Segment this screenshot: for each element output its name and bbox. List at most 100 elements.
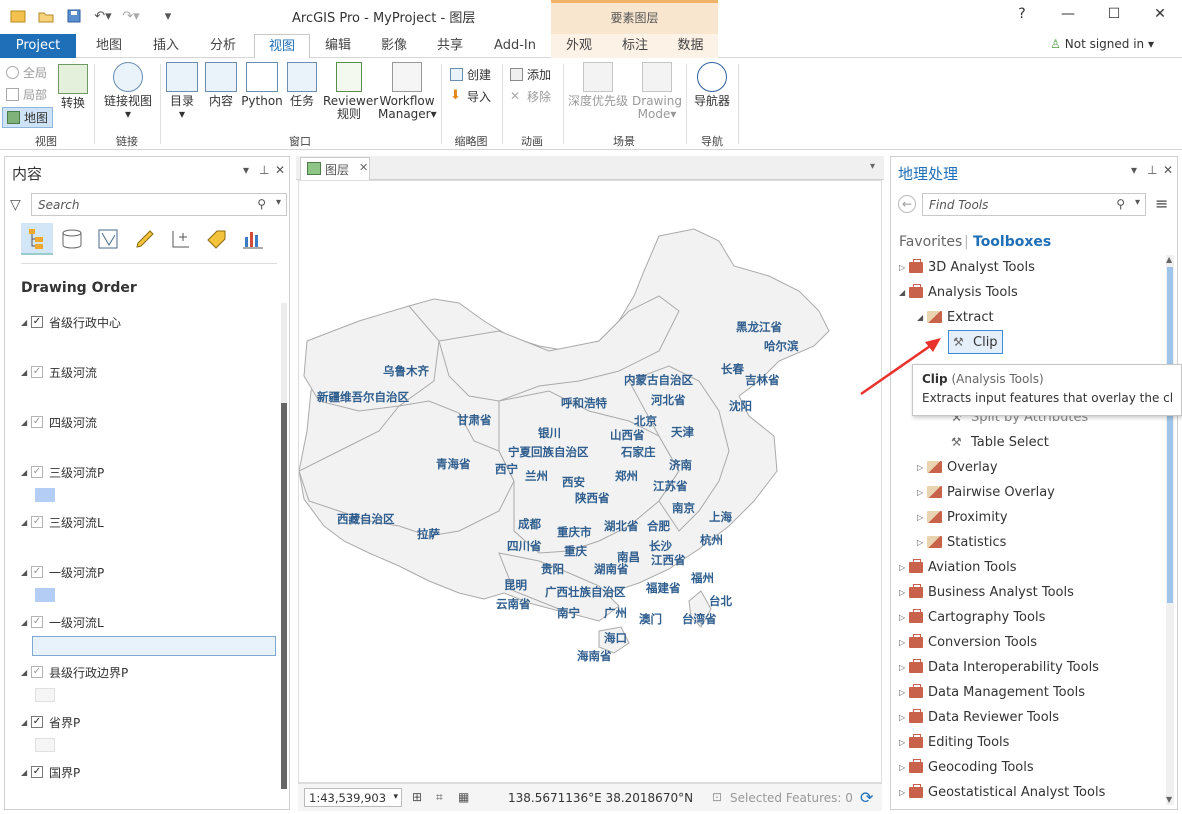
list-by-charts-icon[interactable]	[241, 227, 265, 251]
expand-icon[interactable]: ◢	[21, 568, 31, 577]
layer-checkbox[interactable]: ✓	[31, 566, 43, 578]
favorites-link[interactable]: Favorites	[899, 234, 962, 250]
contents-button[interactable]: 内容	[203, 62, 239, 108]
tab-list-dropdown-icon[interactable]: ▾	[870, 161, 875, 172]
polygon-symbol[interactable]	[35, 588, 55, 602]
expand-icon[interactable]: ◢	[21, 668, 31, 677]
refresh-icon[interactable]: ⟳	[860, 788, 873, 807]
contents-scrollbar[interactable]	[281, 303, 287, 789]
close-tab-icon[interactable]: ✕	[359, 161, 368, 174]
map-view-button[interactable]: 地图	[2, 107, 54, 128]
layer-item[interactable]: ◢ ✓ 国界P	[21, 764, 80, 780]
expand-icon[interactable]: ◢	[21, 368, 31, 377]
close-pane-icon[interactable]: ✕	[275, 163, 285, 177]
toolbox-item[interactable]: ▷ Editing Tools	[899, 733, 1009, 751]
grid-snap-icon[interactable]: ⌗	[436, 790, 443, 805]
expand-icon[interactable]: ▷	[899, 563, 909, 572]
tab-labeling[interactable]: 标注	[607, 34, 663, 58]
customize-quick-access-icon[interactable]: ▾	[160, 8, 176, 24]
expand-icon[interactable]: ▷	[899, 613, 909, 622]
tool-item-clip[interactable]: ⚒ Clip	[948, 330, 1003, 354]
scrollbar-thumb[interactable]	[1167, 267, 1173, 603]
layer-checkbox[interactable]: ✓	[31, 716, 43, 728]
grid-icon[interactable]: ▦	[458, 790, 469, 804]
tab-view[interactable]: 视图	[254, 34, 310, 59]
layer-item[interactable]: ◢ ✓ 三级河流L	[21, 514, 104, 530]
selected-layer-row[interactable]	[32, 636, 276, 656]
layer-item[interactable]: ◢ ✓ 一级河流P	[21, 564, 104, 580]
expand-icon[interactable]: ◢	[21, 468, 31, 477]
layer-checkbox[interactable]: ✓	[31, 766, 43, 778]
catalog-button[interactable]: 目录 ▾	[164, 62, 200, 121]
geoprocessing-scrollbar[interactable]: ▲ ▼	[1166, 255, 1174, 805]
close-pane-icon[interactable]: ✕	[1163, 163, 1173, 177]
polygon-symbol[interactable]	[35, 688, 55, 702]
layer-item[interactable]: ◢ ✓ 四级河流	[21, 414, 97, 430]
collapse-icon[interactable]: ◢	[899, 288, 909, 297]
expand-icon[interactable]: ◢	[21, 618, 31, 627]
layer-item[interactable]: ◢ ✓ 一级河流L	[21, 614, 104, 630]
expand-icon[interactable]: ▷	[899, 738, 909, 747]
pin-icon[interactable]: ⊥	[259, 163, 269, 177]
close-button[interactable]: ✕	[1150, 6, 1170, 24]
layer-checkbox[interactable]: ✓	[31, 616, 43, 628]
find-tools-input[interactable]: Find Tools ⚲ ▾	[922, 193, 1146, 216]
help-button[interactable]: ?	[1012, 6, 1032, 24]
scrollbar-thumb[interactable]	[281, 403, 287, 789]
toolbox-item[interactable]: ▷ Conversion Tools	[899, 633, 1037, 651]
expand-icon[interactable]: ◢	[21, 518, 31, 527]
expand-icon[interactable]: ◢	[21, 318, 31, 327]
scale-selector[interactable]: 1:43,539,903 ▾	[304, 788, 402, 807]
tab-edit[interactable]: 编辑	[314, 34, 362, 58]
tab-project[interactable]: Project	[0, 34, 76, 58]
redo-icon[interactable]: ↷▾	[120, 8, 142, 24]
workflow-manager-button[interactable]: Workflow Manager▾	[378, 62, 437, 121]
filter-icon[interactable]: ▽	[10, 197, 21, 213]
toolset-item[interactable]: ▷ Proximity	[917, 508, 1008, 526]
tool-item[interactable]: ⚒ Table Select	[951, 433, 1049, 451]
open-project-icon[interactable]	[38, 8, 54, 24]
pane-menu-icon[interactable]: ▾	[1131, 163, 1137, 177]
expand-icon[interactable]: ▷	[899, 688, 909, 697]
toolbox-item[interactable]: ▷ Cartography Tools	[899, 608, 1045, 626]
drawing-mode-button[interactable]: Drawing Mode▾	[632, 62, 682, 121]
tab-analysis[interactable]: 分析	[198, 34, 248, 58]
layer-item[interactable]: ◢ ✓ 县级行政边界P	[21, 664, 128, 680]
undo-icon[interactable]: ↶▾	[92, 8, 114, 24]
layer-checkbox[interactable]: ✓	[31, 316, 43, 328]
remove-animation-button[interactable]: ✕ 移除	[510, 88, 551, 105]
china-map-polygons[interactable]	[299, 181, 883, 784]
pin-icon[interactable]: ⊥	[1147, 163, 1157, 177]
layer-checkbox[interactable]: ✓	[31, 516, 43, 528]
layer-item[interactable]: ◢ ✓ 省级行政中心	[21, 314, 121, 330]
toolbox-item[interactable]: ▷ Data Reviewer Tools	[899, 708, 1059, 726]
expand-icon[interactable]: ▷	[899, 588, 909, 597]
fixed-zoom-icon[interactable]: ⊞	[412, 790, 422, 804]
toolbox-item[interactable]: ▷ Business Analyst Tools	[899, 583, 1074, 601]
expand-icon[interactable]: ▷	[899, 763, 909, 772]
tab-add-in[interactable]: Add-In	[484, 34, 546, 58]
expand-icon[interactable]: ▷	[917, 513, 927, 522]
expand-icon[interactable]: ▷	[899, 263, 909, 272]
maximize-button[interactable]: ☐	[1104, 6, 1124, 24]
expand-icon[interactable]: ▷	[917, 488, 927, 497]
reviewer-rules-button[interactable]: Reviewer 规则	[323, 62, 378, 121]
contents-search-input[interactable]: Search ⚲ ▾	[31, 193, 287, 216]
collapse-icon[interactable]: ◢	[917, 313, 927, 322]
polygon-symbol[interactable]	[35, 488, 55, 502]
minimize-button[interactable]: —	[1058, 6, 1078, 24]
tab-map[interactable]: 地图	[84, 34, 134, 58]
account-status[interactable]: ♙ Not signed in ▾	[1050, 37, 1154, 51]
layer-item[interactable]: ◢ ✓ 三级河流P	[21, 464, 104, 480]
tasks-button[interactable]: 任务	[286, 62, 318, 108]
navigator-button[interactable]: 导航器	[690, 62, 734, 108]
layer-checkbox[interactable]: ✓	[31, 366, 43, 378]
map-view[interactable]: 黑龙江省 哈尔滨 长春 吉林省 沈阳 内蒙古自治区 乌鲁木齐 新疆维吾尔自治区 呼和浩特 河北省北…	[298, 180, 882, 783]
toolbox-item[interactable]: ◢ Analysis Tools	[899, 283, 1018, 301]
toolbox-item[interactable]: ▷ Data Management Tools	[899, 683, 1085, 701]
list-by-selection-icon[interactable]	[97, 227, 121, 251]
expand-icon[interactable]: ▷	[899, 788, 909, 797]
polygon-symbol[interactable]	[35, 738, 55, 752]
list-by-labeling-icon[interactable]	[205, 227, 229, 251]
tab-share[interactable]: 共享	[424, 34, 476, 58]
